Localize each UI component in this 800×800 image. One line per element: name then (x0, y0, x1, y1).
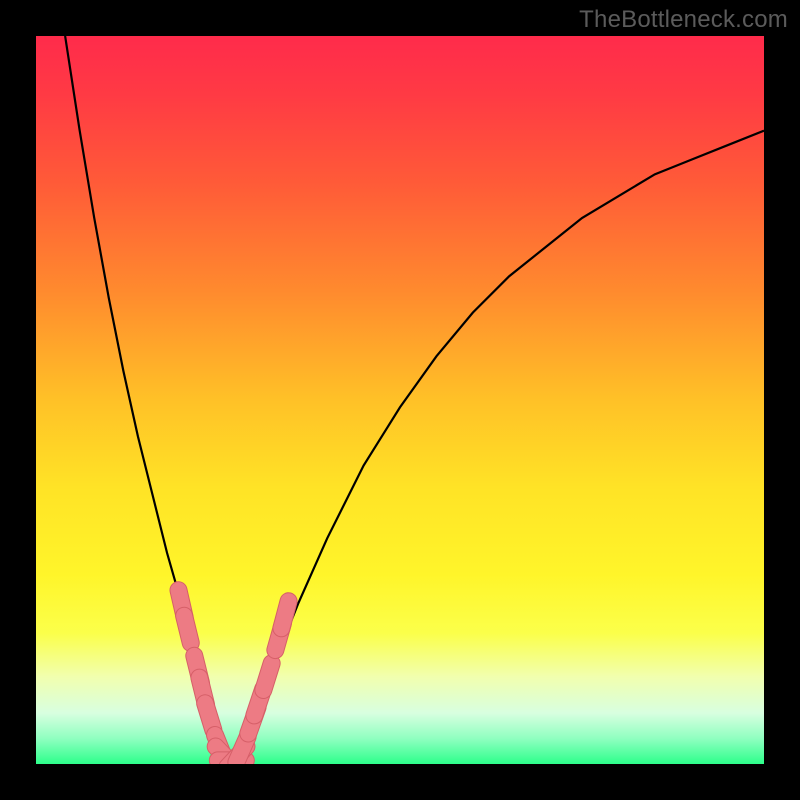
bottleneck-curve (65, 36, 764, 764)
watermark-text: TheBottleneck.com (579, 6, 788, 34)
marker-lozenge (263, 663, 271, 690)
marker-lozenge (281, 601, 288, 628)
plot-area (36, 36, 764, 764)
chart-overlay (36, 36, 764, 764)
marker-lozenge (184, 616, 191, 643)
marker-lozenge (205, 703, 213, 730)
outer-frame: TheBottleneck.com (0, 0, 800, 800)
marker-layer (178, 590, 288, 764)
